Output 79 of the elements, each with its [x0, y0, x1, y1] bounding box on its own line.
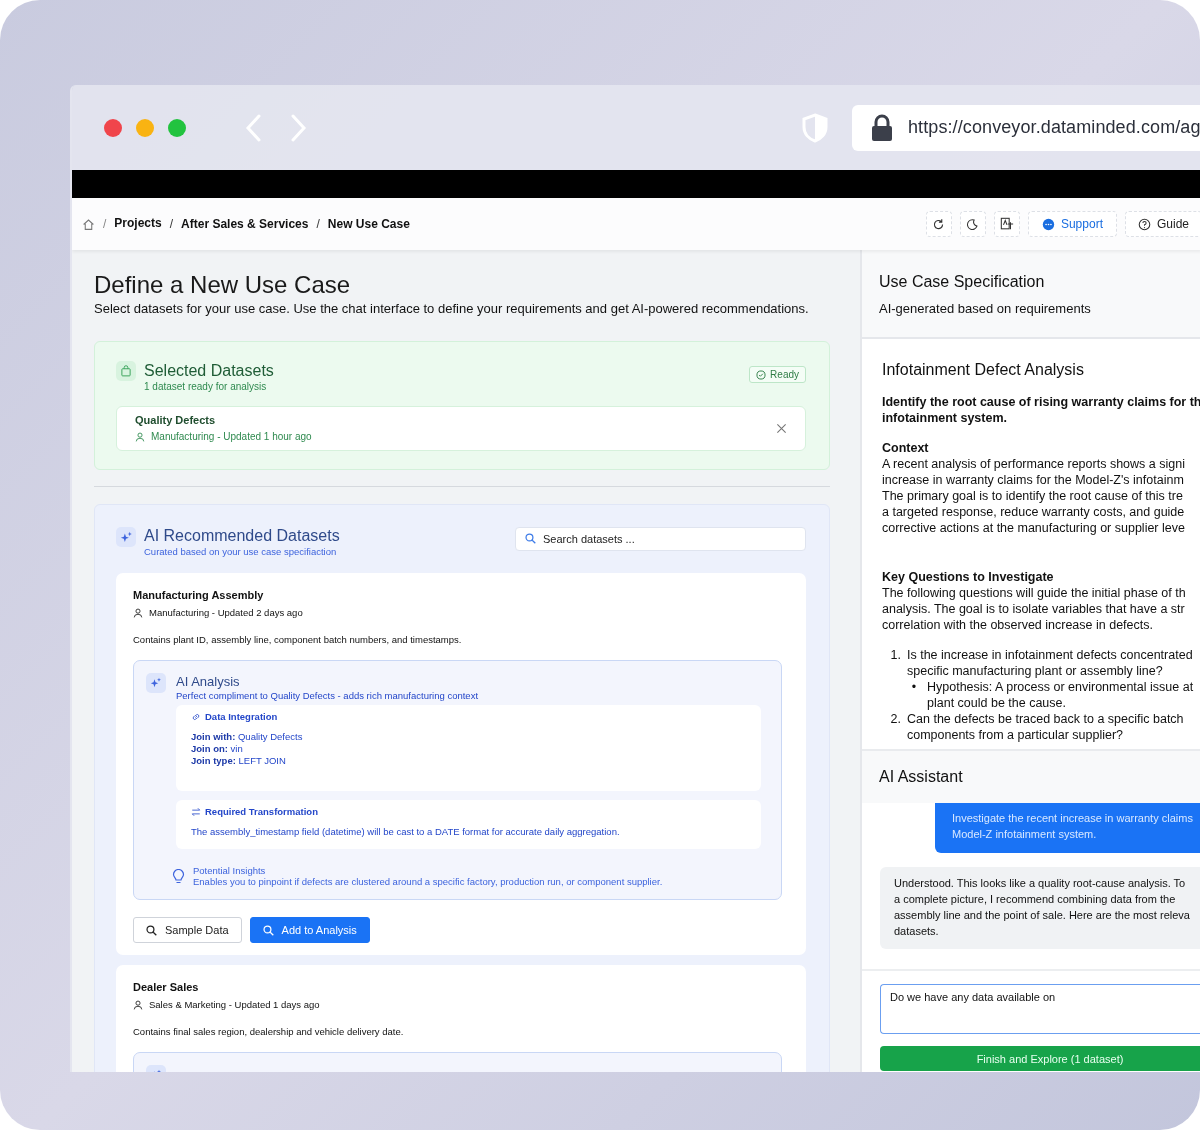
analysis-summary: Perfect compliment to Quality Defects - adds rich manufacturing context [176, 690, 480, 701]
join-detail: Join with: Quality Defects [191, 731, 304, 743]
breadcrumb-separator: / [316, 217, 320, 231]
user-icon [133, 607, 143, 618]
list-number: 1. [889, 647, 901, 664]
question-text: Is the increase in infotainment defects concentrated specific manufacturing plant or assembly line? [907, 647, 1194, 679]
hypothesis-text: Hypothesis: A process or environmental issue at plant could be the cause. [927, 679, 1194, 711]
maximize-window-button[interactable] [168, 118, 186, 137]
chat-bubble-icon [1041, 217, 1055, 231]
list-number: 2. [889, 711, 901, 728]
dataset-meta: Manufacturing - Updated 1 hour ago [151, 431, 312, 442]
panel-title: Use Case Specification [879, 273, 1046, 291]
user-icon [135, 431, 145, 442]
dataset-name: Quality Defects [135, 414, 217, 426]
dataset-description: Contains plant ID, assembly line, component batch numbers, and timestamps. [133, 634, 463, 645]
panel-title: AI Assistant [862, 751, 1200, 803]
dataset-name: Manufacturing Assembly [133, 589, 265, 601]
url-text: https://conveyor.dataminded.com/ag [908, 117, 1200, 138]
close-icon[interactable] [776, 422, 787, 434]
close-window-button[interactable] [104, 118, 122, 137]
refresh-icon [932, 217, 946, 231]
panel-title: Data Integration [205, 711, 278, 722]
panel-title: Required Transformation [205, 806, 318, 817]
add-to-analysis-button[interactable]: Add to Analysis [249, 917, 370, 943]
translate-icon [999, 217, 1014, 231]
insights-text: Enables you to pinpoint if defects are clustered around a specific factory, production run, or component supplier. [193, 876, 663, 887]
section-subtitle: 1 dataset ready for analysis [144, 381, 268, 392]
status-badge: Ready [749, 366, 806, 383]
dataset-meta: Sales & Marketing - Updated 1 days ago [149, 999, 320, 1010]
insights-title: Potential Insights [193, 865, 267, 876]
section-paragraph: A recent analysis of performance reports shows a signi increase in warranty claims for the Model-Z's infotainm The primary goal is to identify the root cause of this tre a targeted response, reduce warranty costs, and guide corrective actions at the manufacturing or supplier leve [882, 456, 1186, 536]
link-icon [191, 711, 201, 722]
address-bar[interactable]: https://conveyor.dataminded.com/ag [852, 104, 1200, 151]
panel-subtitle: AI-generated based on requirements [879, 301, 1092, 316]
swap-arrows-icon [191, 806, 201, 817]
question-text: Can the defects be traced back to a specific batch components from a particular supplier? [907, 711, 1184, 743]
breadcrumb-link[interactable]: New Use Case [327, 217, 410, 231]
lock-icon [870, 113, 894, 142]
moon-icon [966, 217, 980, 231]
chat-input[interactable]: Do we have any data available on [880, 984, 1200, 1034]
transformation-text: The assembly_timestamp field (datetime) will be cast to a DATE format for accurate daily aggregation. [191, 826, 621, 837]
assistant-message: Understood. This looks like a quality root-cause analysis. To a complete picture, I recommend combining data from the assembly line and the point of sale. Here are the most releva datasets. [880, 867, 1200, 949]
section-paragraph: The following questions will guide the initial phase of th analysis. The goal is to isolate variables that have a str correlation with the observed increase in defects. [882, 585, 1187, 633]
dataset-name: Dealer Sales [133, 981, 200, 993]
bag-icon [116, 361, 136, 381]
lightbulb-icon [172, 869, 185, 885]
spec-heading: Infotainment Defect Analysis [882, 360, 1085, 380]
refresh-button[interactable] [925, 211, 952, 237]
search-icon [262, 924, 274, 936]
section-heading: Context [882, 440, 930, 456]
page-title: Define a New Use Case [94, 271, 352, 299]
search-field[interactable]: Search datasets ... [515, 527, 806, 551]
join-detail: Join on: vin [191, 743, 244, 755]
section-subtitle: Curated based on your use case specifiaction [144, 546, 338, 557]
search-icon [146, 924, 157, 936]
translate-button[interactable] [993, 211, 1020, 237]
user-icon [133, 999, 143, 1010]
breadcrumb-link[interactable]: Projects [114, 215, 162, 230]
breadcrumb-separator: / [103, 217, 107, 231]
section-title: AI Recommended Datasets [144, 527, 341, 545]
section-title: Selected Datasets [144, 362, 275, 380]
dark-mode-button[interactable] [959, 211, 986, 237]
list-bullet: • [910, 679, 918, 696]
analysis-title: AI Analysis [176, 674, 241, 689]
spec-goal: Identify the root cause of rising warranty claims for th infotainment system. [882, 394, 1200, 426]
user-message: Investigate the recent increase in warranty claims Model-Z infotainment system. [935, 803, 1200, 853]
section-heading: Key Questions to Investigate [882, 569, 1055, 585]
support-button[interactable]: Support [1027, 211, 1117, 237]
join-detail: Join type: LEFT JOIN [191, 755, 287, 767]
breadcrumb-link[interactable]: After Sales & Services [181, 217, 309, 231]
breadcrumb-separator: / [169, 217, 174, 231]
dataset-description: Contains final sales region, dealership and vehicle delivery date. [133, 1026, 405, 1037]
home-icon[interactable] [82, 217, 95, 231]
help-icon [1137, 217, 1151, 231]
page-subtitle: Select datasets for your use case. Use the chat interface to define your requirements and get AI-powered recommendations. [94, 301, 810, 316]
search-icon [525, 533, 536, 544]
dataset-meta: Manufacturing - Updated 2 days ago [149, 607, 303, 618]
sample-data-button[interactable]: Sample Data [133, 917, 242, 943]
guide-button[interactable]: Guide [1124, 211, 1200, 237]
